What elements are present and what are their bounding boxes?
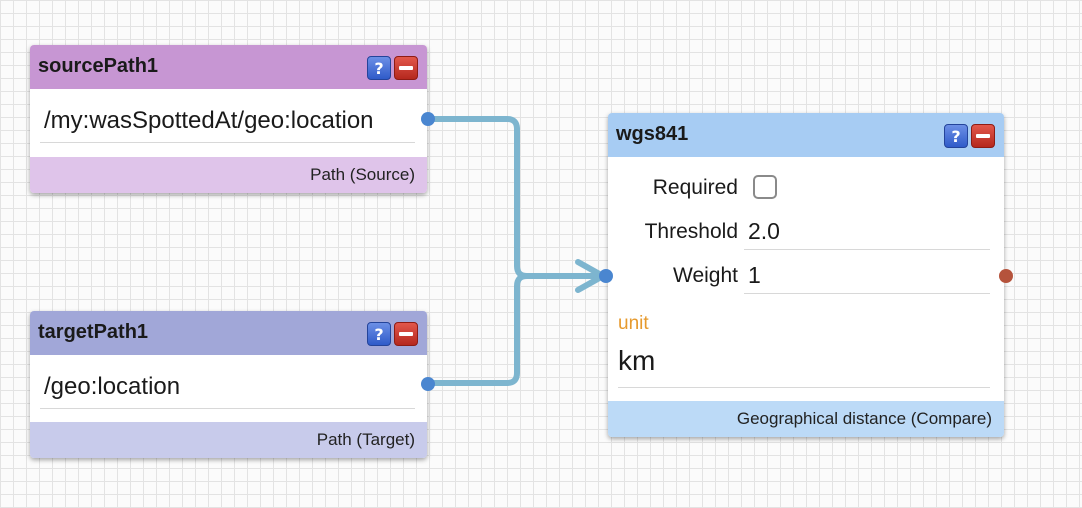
unit-value: km — [618, 345, 656, 376]
weight-input[interactable]: 1 — [744, 254, 990, 294]
remove-icon[interactable] — [971, 124, 995, 148]
compare-type-label: Geographical distance (Compare) — [736, 409, 992, 428]
compare-node-title: wgs841 — [616, 123, 689, 145]
target-node-footer: Path (Target) — [30, 422, 427, 458]
compare-output-port[interactable] — [999, 269, 1013, 283]
target-path-value: /geo:location — [44, 373, 181, 400]
unit-label: unit — [618, 313, 649, 334]
remove-icon[interactable] — [394, 322, 418, 346]
threshold-value: 2.0 — [748, 218, 780, 244]
source-output-port[interactable] — [421, 112, 435, 126]
connection-source-to-compare[interactable] — [425, 116, 599, 279]
source-node-title: sourcePath1 — [38, 55, 159, 77]
help-icon[interactable]: ? — [367, 322, 391, 346]
target-node-title: targetPath1 — [38, 321, 149, 343]
remove-icon[interactable] — [394, 56, 418, 80]
weight-value: 1 — [748, 262, 761, 288]
weight-label: Weight — [673, 264, 738, 287]
compare-node-footer: Geographical distance (Compare) — [608, 401, 1004, 437]
target-path-input[interactable]: /geo:location — [40, 359, 415, 409]
source-path-node[interactable]: sourcePath1 ? /my:wasSpottedAt/geo:locat… — [30, 45, 427, 193]
threshold-input[interactable]: 2.0 — [744, 210, 990, 250]
target-type-label: Path (Target) — [316, 430, 415, 449]
compare-node-header[interactable]: wgs841 ? — [608, 113, 1004, 157]
target-path-node[interactable]: targetPath1 ? /geo:location Path (Target… — [30, 311, 427, 458]
compare-input-port[interactable] — [599, 269, 613, 283]
source-type-label: Path (Source) — [310, 165, 415, 184]
target-output-port[interactable] — [421, 377, 435, 391]
connection-target-to-compare[interactable] — [425, 273, 599, 386]
source-path-value: /my:wasSpottedAt/geo:location — [44, 107, 374, 134]
help-icon[interactable]: ? — [367, 56, 391, 80]
threshold-label: Threshold — [644, 220, 738, 243]
source-node-header[interactable]: sourcePath1 ? — [30, 45, 427, 89]
target-node-header[interactable]: targetPath1 ? — [30, 311, 427, 355]
required-checkbox[interactable] — [753, 175, 777, 199]
required-label: Required — [652, 176, 738, 199]
unit-input[interactable]: km — [618, 340, 990, 388]
source-path-input[interactable]: /my:wasSpottedAt/geo:location — [40, 93, 415, 143]
help-icon[interactable]: ? — [944, 124, 968, 148]
source-node-footer: Path (Source) — [30, 157, 427, 193]
